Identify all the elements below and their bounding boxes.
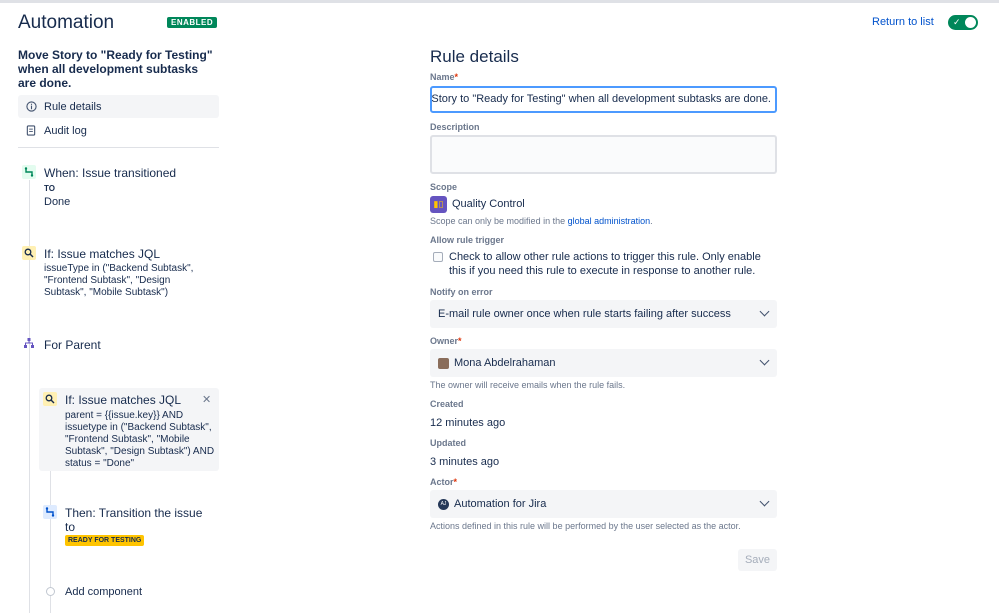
project-icon: ▮▯ xyxy=(430,196,447,213)
owner-label-text: Owner xyxy=(430,336,459,346)
trigger-to-label: TO xyxy=(44,184,55,193)
status-badge: ENABLED xyxy=(167,17,218,28)
trigger-title[interactable]: When: Issue transitioned xyxy=(44,166,176,180)
allow-trigger-text: Check to allow other rule actions to tri… xyxy=(449,251,761,277)
avatar xyxy=(438,357,449,369)
transition-icon xyxy=(43,505,57,519)
scope-label: Scope xyxy=(430,182,458,192)
document-icon xyxy=(24,124,38,138)
return-to-list-link[interactable]: Return to list xyxy=(872,16,934,28)
scope-help-text: Scope can only be modified in the xyxy=(430,216,566,226)
nested-condition-title: If: Issue matches JQL xyxy=(65,393,182,407)
add-component-link[interactable]: Add component xyxy=(65,586,142,598)
nav-item-audit-log[interactable]: Audit log xyxy=(18,119,219,142)
form-title: Rule details xyxy=(430,47,519,66)
rule-enabled-toggle[interactable]: ✓ xyxy=(948,15,978,30)
allow-trigger-checkbox[interactable] xyxy=(433,252,443,262)
chevron-down-icon xyxy=(759,496,770,507)
top-border xyxy=(0,0,999,3)
automation-avatar-icon: AJ xyxy=(438,498,449,510)
actor-select[interactable]: AJ Automation for Jira xyxy=(430,490,777,518)
actor-label-text: Actor xyxy=(430,477,454,487)
add-component-dot xyxy=(46,587,55,596)
scope-help-period: . xyxy=(650,216,653,226)
required-asterisk: * xyxy=(458,336,462,346)
name-input[interactable]: Move Story to "Ready for Testing" when a… xyxy=(430,86,777,113)
close-icon[interactable]: ✕ xyxy=(202,393,211,406)
created-label: Created xyxy=(430,399,464,409)
actor-help: Actions defined in this rule will be per… xyxy=(430,521,741,531)
nested-condition-jql: parent = {{issue.key}} AND issuetype in … xyxy=(65,410,215,469)
scope-help: Scope can only be modified in the global… xyxy=(430,216,653,226)
owner-help: The owner will receive emails when the r… xyxy=(430,380,626,390)
info-icon xyxy=(24,100,38,114)
flow-line xyxy=(29,180,30,613)
nav-item-rule-details[interactable]: Rule details xyxy=(18,95,219,118)
nav-item-label: Rule details xyxy=(44,100,102,113)
description-label: Description xyxy=(430,122,480,132)
status-lozenge: READY FOR TESTING xyxy=(65,535,145,546)
branch-title[interactable]: For Parent xyxy=(44,338,101,352)
condition-title[interactable]: If: Issue matches JQL xyxy=(44,247,160,261)
required-asterisk: * xyxy=(453,477,458,487)
save-button[interactable]: Save xyxy=(738,549,777,571)
owner-label: Owner* xyxy=(430,336,462,346)
check-icon: ✓ xyxy=(953,17,961,27)
actor-select-value: Automation for Jira xyxy=(454,498,547,510)
chevron-down-icon xyxy=(759,355,770,366)
updated-value: 3 minutes ago xyxy=(430,456,500,468)
name-label: Name* xyxy=(430,72,458,82)
branch-icon xyxy=(22,336,36,350)
scope-value: Quality Control xyxy=(452,198,525,210)
created-value: 12 minutes ago xyxy=(430,417,506,429)
notify-label: Notify on error xyxy=(430,287,493,297)
notify-select-value: E-mail rule owner once when rule starts … xyxy=(438,308,731,320)
nav-divider xyxy=(18,147,219,148)
description-input[interactable] xyxy=(430,135,777,174)
allow-trigger-label: Allow rule trigger xyxy=(430,235,505,245)
action-title[interactable]: Then: Transition the issue to xyxy=(65,506,215,534)
required-asterisk: * xyxy=(454,72,459,82)
name-label-text: Name xyxy=(430,72,455,82)
page-title: Automation xyxy=(18,12,115,33)
actor-label: Actor* xyxy=(430,477,457,487)
owner-select[interactable]: Mona Abdelrahaman xyxy=(430,349,777,377)
search-icon xyxy=(43,392,57,406)
condition-jql: issueType in ("Backend Subtask", "Fronte… xyxy=(44,263,194,298)
rule-name-heading: Move Story to "Ready for Testing" when a… xyxy=(18,48,213,90)
nav-item-label: Audit log xyxy=(44,124,87,137)
updated-label: Updated xyxy=(430,438,466,448)
toggle-knob xyxy=(965,17,976,28)
chevron-down-icon xyxy=(759,306,770,317)
trigger-icon xyxy=(22,165,36,179)
global-administration-link[interactable]: global administration xyxy=(568,216,651,226)
name-input-value: Move Story to "Ready for Testing" when a… xyxy=(430,93,771,105)
search-icon xyxy=(22,246,36,260)
trigger-to-value: Done xyxy=(44,196,71,208)
owner-select-value: Mona Abdelrahaman xyxy=(454,357,556,369)
notify-select[interactable]: E-mail rule owner once when rule starts … xyxy=(430,300,777,328)
